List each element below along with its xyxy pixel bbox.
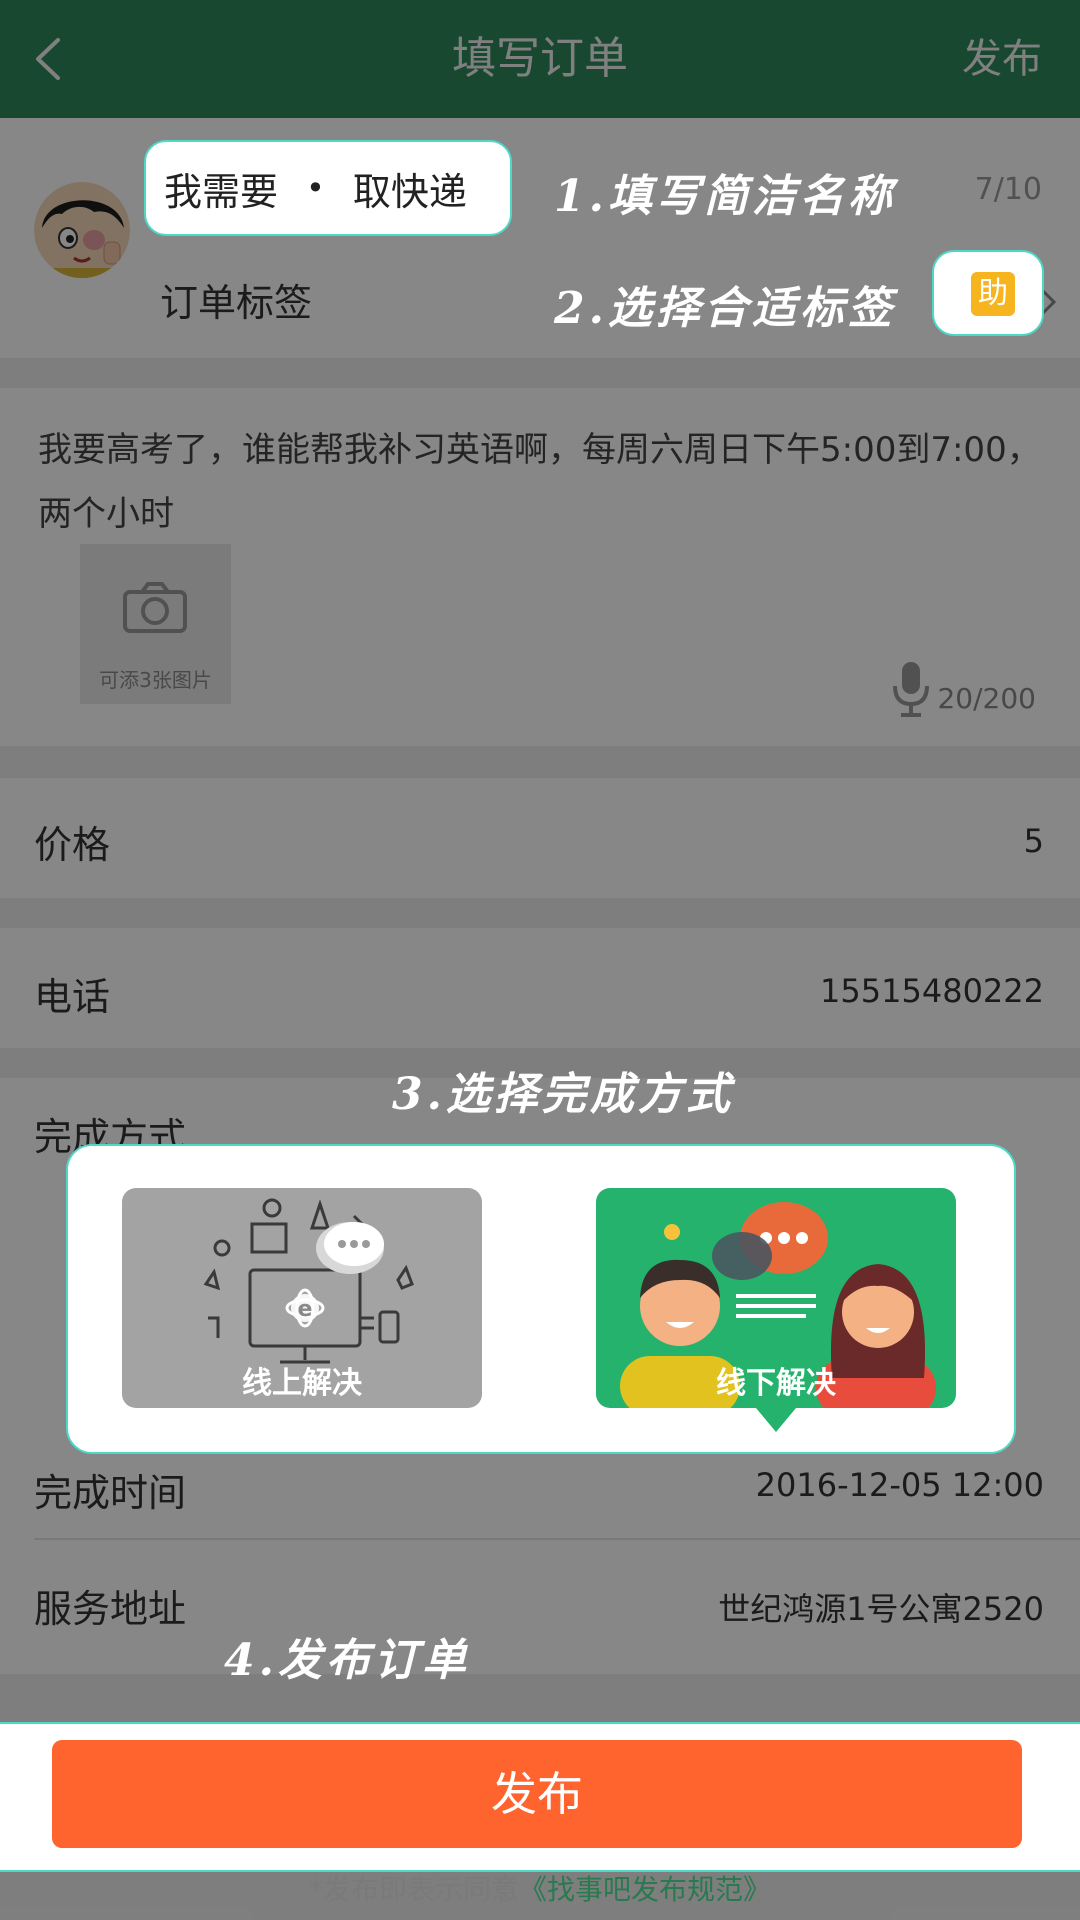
agreement-text: *发布即表示同意《找事吧发布规范》 [0,1868,1080,1908]
order-name-field[interactable]: 我需要 • 取快递 [144,140,512,236]
agreement-prefix: *发布即表示同意 [308,1873,519,1906]
publish-button[interactable]: 发布 [52,1740,1022,1848]
publish-rules-link[interactable]: 《找事吧发布规范》 [519,1873,771,1906]
selected-mode-pointer [756,1408,796,1432]
online-mode-option[interactable]: e 线上解决 [122,1188,482,1408]
guide-step-2: 2.选择合适标签 [554,283,896,334]
order-name-value: 取快递 [352,169,467,214]
order-tag-badge: 助 [971,272,1015,316]
offline-mode-option[interactable]: 线下解决 [596,1188,956,1408]
online-mode-label: 线上解决 [242,1366,362,1401]
guide-overlay[interactable] [0,0,1080,1920]
offline-mode-label: 线下解决 [716,1366,836,1401]
guide-step-4: 4.发布订单 [224,1635,470,1686]
guide-step-3: 3.选择完成方式 [392,1069,734,1120]
order-name-prefix: 我需要 [164,169,279,214]
guide-step-1: 1.填写简洁名称 [554,171,896,222]
svg-text:e: e [298,1297,313,1322]
order-name-separator: • [306,169,325,207]
